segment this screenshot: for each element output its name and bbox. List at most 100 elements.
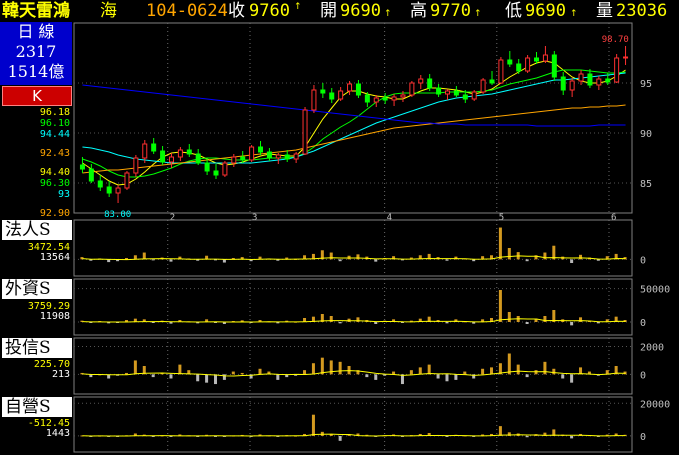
flow-bar xyxy=(196,374,200,382)
flow-bar xyxy=(525,435,529,438)
y-tick-label: 50000 xyxy=(640,285,670,296)
flow-bar xyxy=(240,372,244,375)
flow-bar xyxy=(490,367,493,375)
flow-bar xyxy=(445,259,449,261)
candle-body xyxy=(436,87,442,95)
flow-bar xyxy=(374,259,378,262)
y-tick-label: 20000 xyxy=(640,399,670,410)
stock-chart[interactable]: 9590852 3 4 5 6050000020000200000 98.7083.00 xyxy=(0,0,679,455)
candle-body xyxy=(605,78,611,83)
candle-body xyxy=(480,79,486,93)
flow-bar xyxy=(463,371,467,375)
flow-bar xyxy=(142,252,146,260)
sub-plot-frame xyxy=(73,337,633,395)
candle-body xyxy=(338,90,344,100)
sub-plot-frame xyxy=(73,278,633,336)
candle-body xyxy=(516,63,522,72)
x-tick-label: 6 xyxy=(611,213,616,223)
ma-line-ma20 xyxy=(82,72,626,164)
candle-body xyxy=(534,57,540,62)
candle-body xyxy=(258,146,264,153)
flow-bar xyxy=(320,357,324,375)
candle-body xyxy=(578,73,584,82)
flow-bar xyxy=(498,426,502,436)
candle-body xyxy=(266,151,272,159)
flow-bar xyxy=(338,322,342,324)
candle-body xyxy=(418,78,424,84)
y-tick-label: 95 xyxy=(640,79,652,90)
candle-body xyxy=(373,97,379,103)
y-tick-label: 0 xyxy=(640,432,646,443)
candle-body xyxy=(560,76,566,91)
x-tick-label: 4 xyxy=(387,213,392,223)
flow-bar xyxy=(579,317,583,322)
flow-bar xyxy=(516,364,520,375)
flow-bar xyxy=(543,361,547,375)
flow-bar xyxy=(151,322,155,323)
candle-body xyxy=(427,78,433,89)
sub-plot-frame xyxy=(73,396,633,453)
flow-bar xyxy=(338,259,342,262)
candle-body xyxy=(284,154,290,160)
flow-bar xyxy=(303,370,307,375)
candle-body xyxy=(115,187,121,194)
flow-bar xyxy=(427,364,431,375)
candle-body xyxy=(498,59,504,84)
flow-bar xyxy=(374,374,378,380)
candle-body xyxy=(355,83,361,96)
flow-bar xyxy=(214,374,217,385)
flow-bar xyxy=(570,259,574,263)
candle-body xyxy=(168,156,174,163)
candle-body xyxy=(569,80,575,91)
main-plot-frame xyxy=(73,22,633,214)
candle-body xyxy=(293,153,299,160)
flow-bar xyxy=(338,435,342,441)
candle-body xyxy=(462,94,468,100)
flow-bar xyxy=(543,316,547,322)
candle-body xyxy=(596,78,602,86)
flow-bar xyxy=(151,259,155,261)
flow-bar xyxy=(507,353,511,375)
candle-body xyxy=(124,172,130,189)
y-tick-label: 0 xyxy=(640,370,646,381)
flow-bar xyxy=(151,374,155,378)
candle-body xyxy=(133,157,139,174)
candle-body xyxy=(195,153,201,164)
candle-body xyxy=(409,82,415,96)
flow-bar xyxy=(498,290,502,322)
y-tick-label: 0 xyxy=(640,318,646,329)
min-price-label: 83.00 xyxy=(104,210,131,220)
y-tick-label: 2000 xyxy=(640,343,664,354)
candle-body xyxy=(240,156,246,161)
y-tick-label: 0 xyxy=(640,255,646,266)
candle-body xyxy=(204,162,210,172)
flow-bar xyxy=(436,374,440,379)
flow-bar xyxy=(561,374,565,379)
candle-body xyxy=(507,59,513,65)
flow-bar xyxy=(507,248,511,260)
candle-body xyxy=(382,97,388,101)
flow-bar xyxy=(178,364,182,375)
flow-bar xyxy=(169,322,173,324)
candle-body xyxy=(311,89,317,111)
candle-body xyxy=(302,109,308,155)
flow-bar xyxy=(498,227,502,260)
flow-bar xyxy=(392,371,396,375)
flow-bar xyxy=(365,374,369,378)
candle-body xyxy=(79,164,85,170)
sub-plot-frame xyxy=(73,219,633,277)
flow-bar xyxy=(133,360,137,375)
candle-body xyxy=(542,54,548,62)
candle-body xyxy=(231,156,237,164)
flow-bar xyxy=(409,370,413,375)
flow-bar xyxy=(552,368,556,375)
candle-body xyxy=(525,57,531,72)
max-price-label: 98.70 xyxy=(602,35,629,45)
flow-bar xyxy=(231,371,235,375)
candle-body xyxy=(453,90,459,96)
candle-body xyxy=(587,73,593,86)
x-tick-label: 3 xyxy=(252,213,257,223)
candle-body xyxy=(329,92,335,100)
flow-bar xyxy=(124,372,128,375)
flow-bar xyxy=(276,374,280,380)
